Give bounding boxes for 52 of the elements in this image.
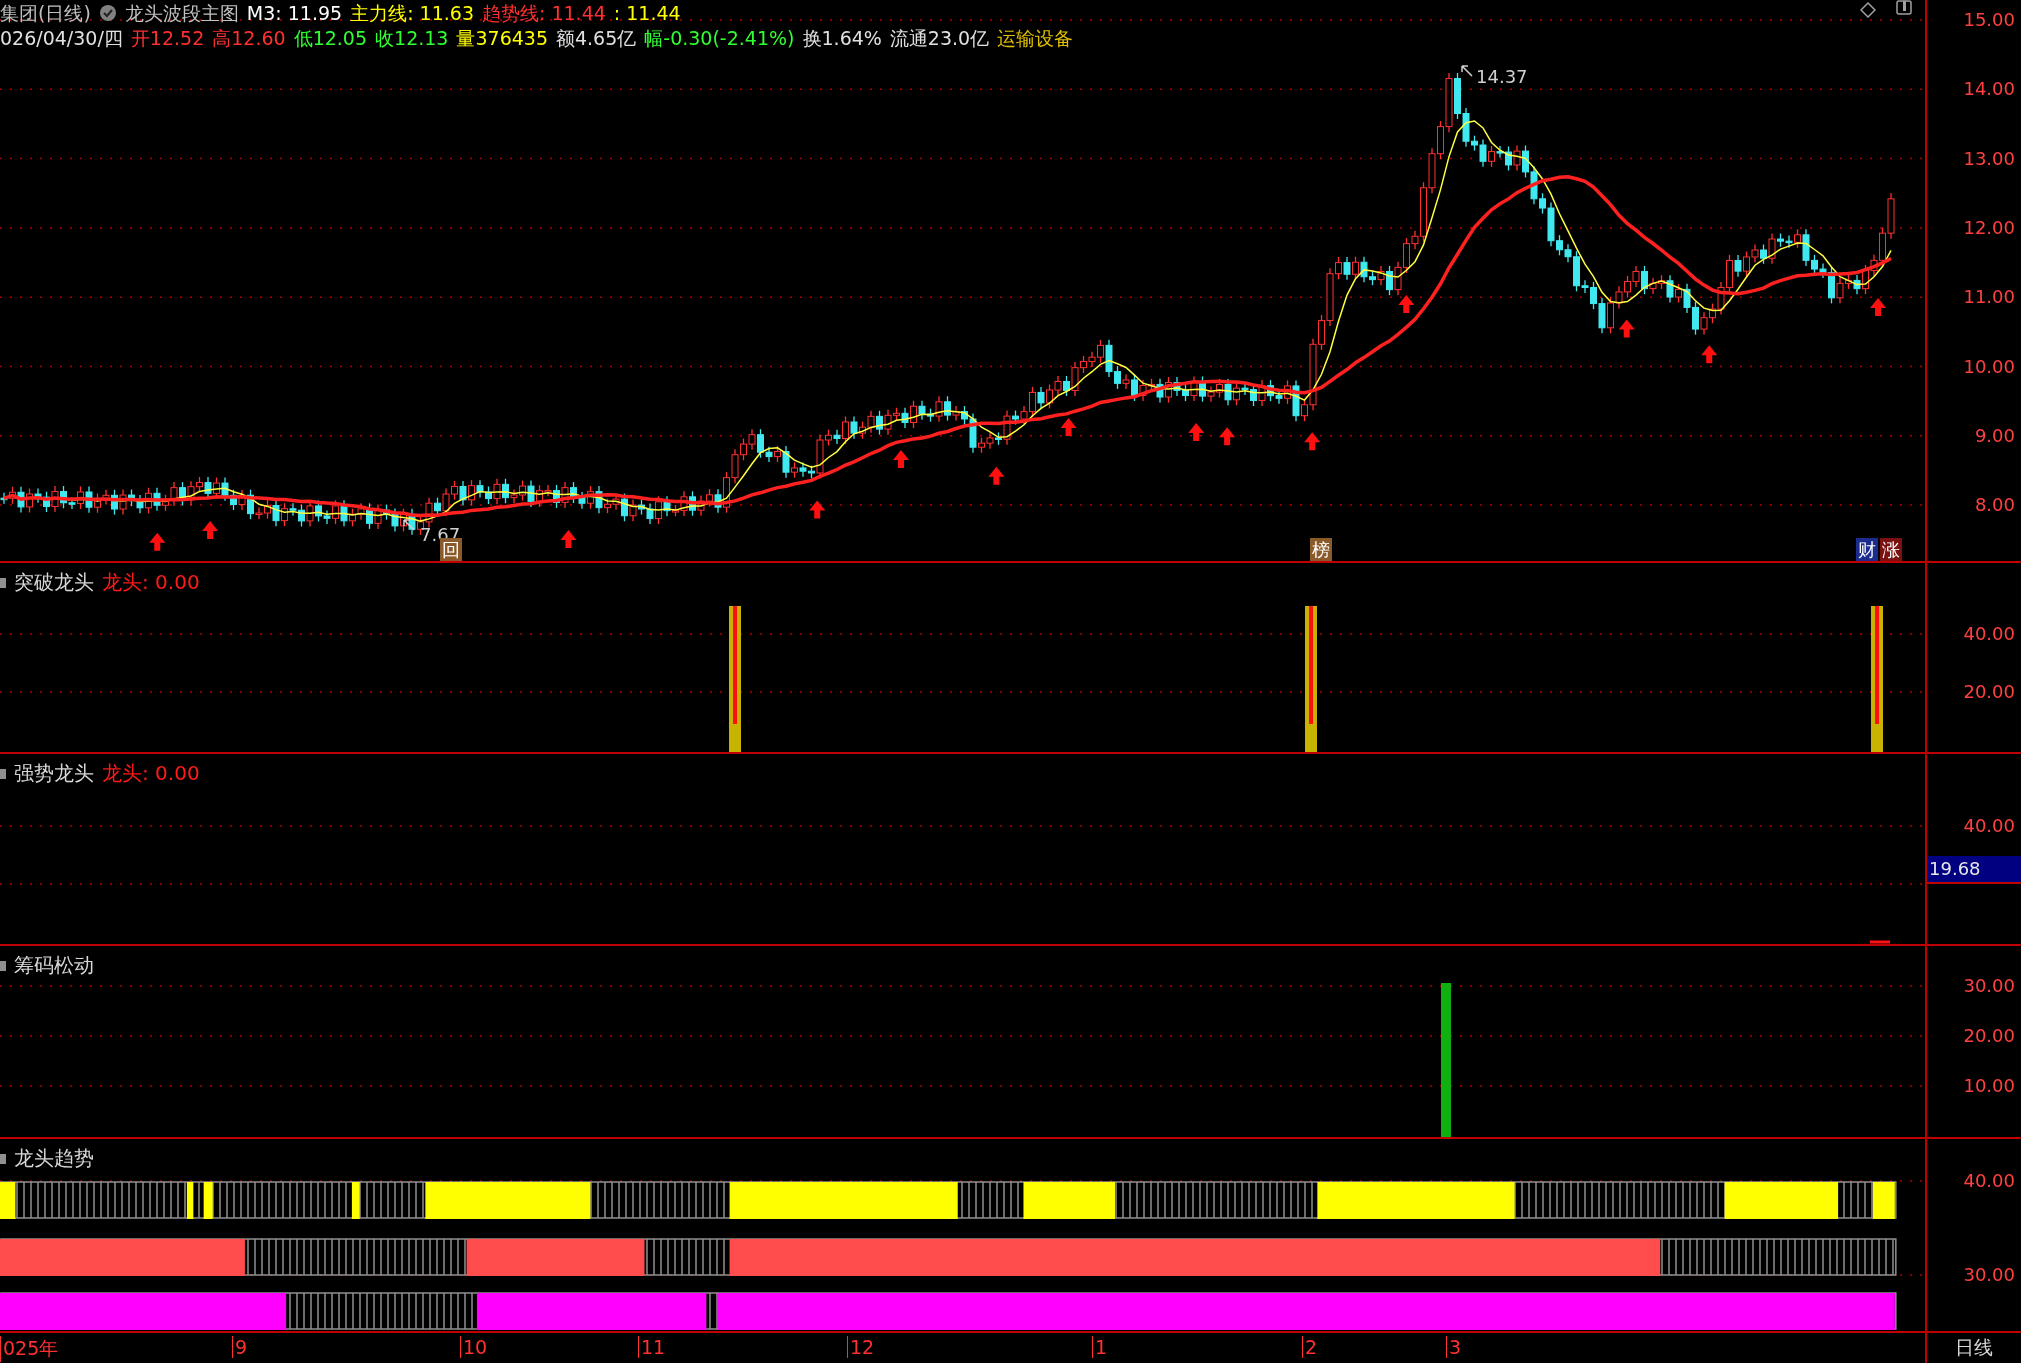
quote-field: 026/04/30/四 (0, 26, 123, 50)
axis-tick-label: 40.00 (1963, 623, 2015, 645)
header-text: 龙头波段主图 (124, 1, 239, 25)
price-tick-label: 12.00 (1963, 216, 2015, 239)
quote-field: 流通23.0亿 (889, 26, 990, 50)
quote-field: 运输设备 (997, 26, 1074, 50)
indicator-title: 强势龙头 (14, 760, 94, 787)
date-label: 3 (1446, 1336, 1462, 1358)
header-text: : 11.44 (613, 1, 681, 25)
axis-tick-label: 40.00 (1963, 815, 2015, 837)
date-label: 11 (638, 1336, 666, 1358)
axis-tick-label: 30.00 (1963, 975, 2015, 997)
date-label: 9 (232, 1336, 248, 1358)
indicator-value: 龙头: 0.00 (102, 569, 200, 596)
event-marker[interactable]: 涨 (1880, 538, 1902, 561)
price-tick-label: 11.00 (1963, 286, 2015, 309)
event-marker[interactable]: 财 (1856, 538, 1878, 561)
quote-field: 额4.65亿 (556, 26, 637, 50)
event-marker[interactable]: 榜 (1310, 538, 1332, 561)
high-price-label: 14.37 (1476, 66, 1528, 87)
axis-tick-label: 30.00 (1963, 1264, 2015, 1286)
price-tick-label: 14.00 (1963, 78, 2015, 101)
header-text: 主力线: 11.63 (350, 1, 474, 25)
axis-tick-label: 20.00 (1963, 1025, 2015, 1047)
quote-field: 收12.13 (375, 26, 449, 50)
date-label: 10 (460, 1336, 488, 1358)
date-label: 12 (847, 1336, 875, 1358)
indicator-value: 龙头: 0.00 (102, 760, 200, 787)
indicator-title: 龙头趋势 (14, 1145, 94, 1172)
indicator-title: 筹码松动 (14, 952, 94, 979)
header-text: 集团(日线) (0, 1, 91, 25)
price-tick-label: 10.00 (1963, 355, 2015, 378)
quote-field: 低12.05 (293, 26, 368, 50)
date-label: 025年 (0, 1336, 59, 1362)
axis-tick-label: 10.00 (1963, 1075, 2015, 1097)
header-text: M3: 11.95 (246, 1, 343, 25)
price-tick-label: 9.00 (1974, 424, 2015, 447)
quote-field: 量376435 (456, 26, 548, 50)
header-text: 趋势线: 11.44 (482, 1, 606, 25)
axis-tick-label: 40.00 (1963, 1170, 2015, 1192)
cursor-value-label: 19.68 (1927, 856, 2021, 884)
axis-tick-label: 20.00 (1963, 681, 2015, 703)
quote-field: 高12.60 (212, 26, 286, 50)
quote-field: 换1.64% (802, 26, 882, 50)
date-label: 1 (1092, 1336, 1108, 1358)
quote-field: 幅-0.30(-2.41%) (644, 26, 795, 50)
indicator-title: 突破龙头 (14, 569, 94, 596)
price-tick-label: 8.00 (1974, 494, 2015, 517)
price-tick-label: 13.00 (1963, 147, 2015, 170)
quote-field: 开12.52 (130, 26, 205, 50)
price-tick-label: 15.00 (1963, 9, 2015, 31)
date-label: 2 (1302, 1336, 1318, 1358)
